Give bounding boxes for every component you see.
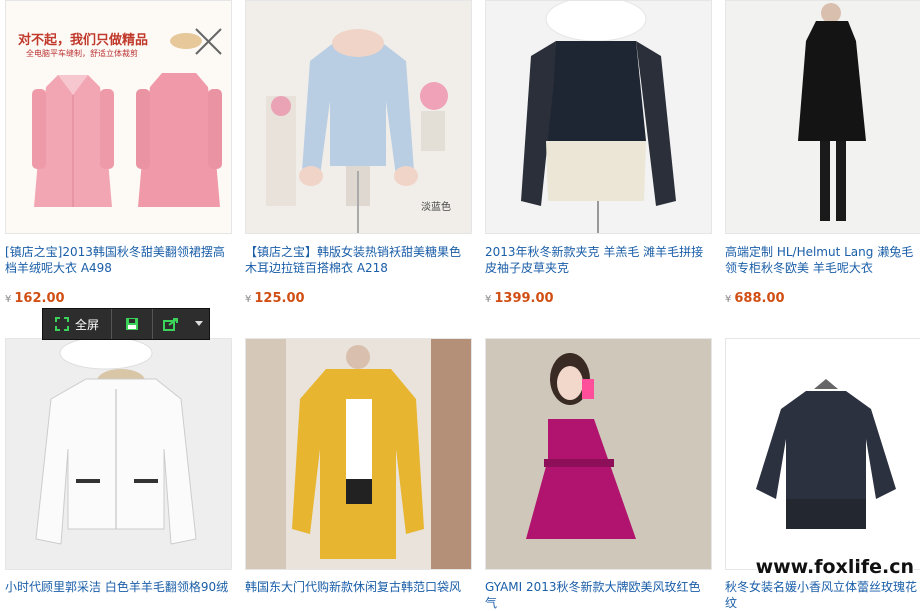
price-value: 125.00 — [254, 291, 305, 306]
image-toolbar: 全屏 — [42, 308, 210, 340]
black-coat-model-image — [798, 3, 866, 221]
product-price-3: ¥1399.00 — [485, 291, 554, 306]
product-image-2[interactable]: 淡蓝色 — [245, 0, 472, 234]
product-card-5[interactable]: 小时代顾里郭采洁 白色羊羊毛翻领格90绒 — [0, 338, 233, 594]
price-value: 162.00 — [14, 291, 65, 306]
save-icon — [126, 318, 138, 330]
product-price-2: ¥125.00 — [245, 291, 305, 306]
pink-coat-front-image — [32, 75, 114, 207]
product-card-8[interactable]: 秋冬女装名媛小香风立体蕾丝玫瑰花纹 — [720, 338, 920, 610]
save-button[interactable] — [112, 309, 153, 339]
share-button[interactable] — [153, 309, 189, 339]
fullscreen-icon — [54, 317, 69, 331]
ad-headline: 对不起，我们只做精品 — [18, 33, 149, 48]
navy-floral-coat-image — [756, 379, 896, 529]
price-value: 1399.00 — [494, 291, 554, 306]
product-title-8[interactable]: 秋冬女装名媛小香风立体蕾丝玫瑰花纹 — [725, 579, 920, 611]
product-image-5[interactable] — [5, 338, 232, 570]
product-title-2[interactable]: 【镇店之宝】韩版女装热销袄甜美糖果色木耳边拉链百搭棉衣 A218 — [245, 244, 470, 276]
site-watermark: www.foxlife.cn — [755, 556, 914, 578]
currency-symbol: ¥ — [245, 294, 252, 305]
product-card-3[interactable]: 2013年秋冬新款夹克 羊羔毛 滩羊毛拼接皮袖子皮草夹克 ¥1399.00 — [480, 0, 713, 310]
pink-coat-back-image — [136, 73, 222, 207]
color-tag: 淡蓝色 — [421, 202, 451, 213]
product-image-8[interactable] — [725, 338, 920, 570]
product-image-6[interactable] — [245, 338, 472, 570]
dropdown-arrow-icon — [195, 321, 203, 326]
product-card-1[interactable]: 对不起，我们只做精品 全电脑平车缝制，舒适立体裁剪 [镇店之宝]2013韩国秋冬… — [0, 0, 233, 310]
fur-jacket-image — [521, 1, 676, 233]
yellow-coat-image — [246, 339, 471, 569]
product-title-7[interactable]: GYAMI 2013秋冬新款大牌欧美风玫红色气 — [485, 579, 710, 611]
share-icon — [163, 318, 178, 331]
product-card-2[interactable]: 淡蓝色 【镇店之宝】韩版女装热销袄甜美糖果色木耳边拉链百搭棉衣 A218 ¥12… — [240, 0, 473, 310]
share-dropdown[interactable] — [189, 309, 209, 339]
product-card-7[interactable]: GYAMI 2013秋冬新款大牌欧美风玫红色气 — [480, 338, 713, 610]
product-card-4[interactable]: 高端定制 HL/Helmut Lang 濑兔毛领专柜秋冬欧美 羊毛呢大衣 ¥68… — [720, 0, 920, 310]
product-title-6[interactable]: 韩国东大门代购新款休闲复古韩范口袋风 — [245, 579, 470, 595]
white-down-jacket-image — [35, 339, 197, 545]
ad-subline: 全电脑平车缝制，舒适立体裁剪 — [26, 49, 138, 58]
currency-symbol: ¥ — [485, 294, 492, 305]
product-image-4[interactable] — [725, 0, 920, 234]
currency-symbol: ¥ — [725, 294, 732, 305]
product-title-4[interactable]: 高端定制 HL/Helmut Lang 濑兔毛领专柜秋冬欧美 羊毛呢大衣 — [725, 244, 920, 276]
product-title-5[interactable]: 小时代顾里郭采洁 白色羊羊毛翻领格90绒 — [5, 579, 230, 595]
product-image-1[interactable]: 对不起，我们只做精品 全电脑平车缝制，舒适立体裁剪 — [5, 0, 232, 234]
product-price-4: ¥688.00 — [725, 291, 785, 306]
product-card-6[interactable]: 韩国东大门代购新款休闲复古韩范口袋风 — [240, 338, 473, 594]
sewing-scissors-icon — [170, 28, 222, 55]
product-image-7[interactable] — [485, 338, 712, 570]
currency-symbol: ¥ — [5, 294, 12, 305]
magenta-trench-image — [486, 339, 711, 569]
product-title-1[interactable]: [镇店之宝]2013韩国秋冬甜美翻领裙摆高档羊绒呢大衣 A498 — [5, 244, 230, 276]
fullscreen-label: 全屏 — [74, 317, 99, 332]
product-price-1: ¥162.00 — [5, 291, 65, 306]
product-image-3[interactable] — [485, 0, 712, 234]
price-value: 688.00 — [734, 291, 785, 306]
fullscreen-button[interactable]: 全屏 — [43, 309, 112, 339]
product-title-3[interactable]: 2013年秋冬新款夹克 羊羔毛 滩羊毛拼接皮袖子皮草夹克 — [485, 244, 710, 276]
